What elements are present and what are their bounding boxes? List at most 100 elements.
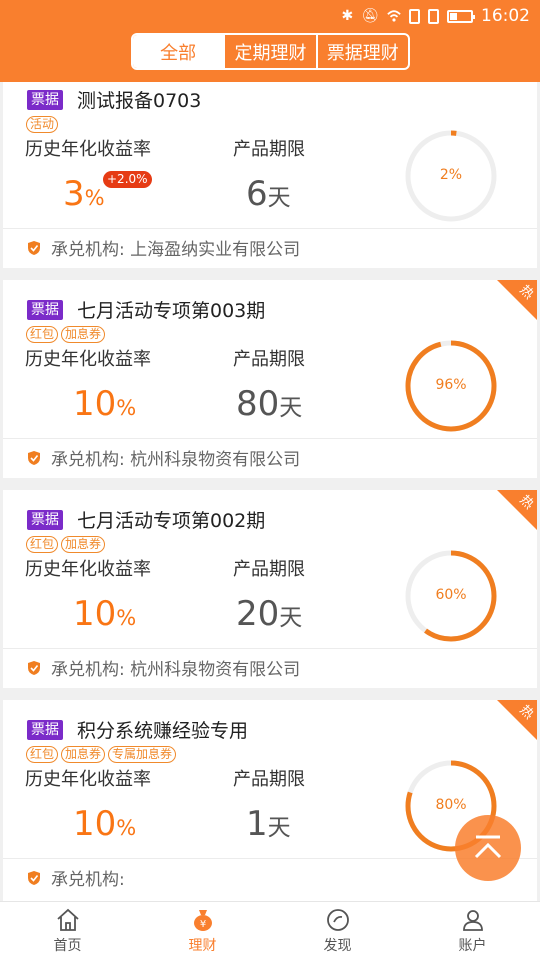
term-label: 产品期限 <box>233 349 305 370</box>
hot-badge: 热 <box>497 490 537 530</box>
annual-rate-value: 10 <box>73 804 117 844</box>
product-title: 七月活动专项第002期 <box>77 510 266 532</box>
tab-all[interactable]: 全部 <box>133 35 224 68</box>
product-term: 20天 <box>236 594 302 634</box>
progress-label: 2% <box>439 167 463 183</box>
bottom-nav: 首页 ¥ 理财 发现 账户 <box>0 901 540 960</box>
progress-label: 60% <box>435 587 467 603</box>
product-type-badge: 票据 <box>27 509 63 530</box>
promo-tag: 红包 <box>26 746 59 763</box>
issuer-row: 承兑机构: 杭州科泉物资有限公司 <box>27 655 300 680</box>
product-term: 6天 <box>246 174 291 214</box>
annual-rate: 10% <box>73 594 136 634</box>
nav-finance[interactable]: ¥ 理财 <box>135 902 270 960</box>
home-icon <box>56 908 79 931</box>
tab-bill-finance[interactable]: 票据理财 <box>315 35 408 68</box>
sim-card-2-icon <box>428 8 439 24</box>
product-term-unit: 天 <box>267 185 291 211</box>
product-title: 测试报备0703 <box>77 90 202 112</box>
promo-tags: 红包 加息券 <box>26 326 106 343</box>
annual-rate: 3% <box>63 174 105 214</box>
annual-rate-value: 10 <box>73 594 117 634</box>
product-term-value: 6 <box>246 174 268 214</box>
mute-icon: 🔕︎ <box>361 8 379 24</box>
product-term-value: 20 <box>236 594 280 634</box>
shield-icon <box>28 240 40 255</box>
wifi-icon <box>387 10 401 22</box>
promo-tag: 加息券 <box>61 746 106 763</box>
shield-icon <box>28 870 40 885</box>
promo-tags: 红包 加息券 专属加息券 <box>26 746 177 763</box>
progress-label: 96% <box>435 377 467 393</box>
category-tabs: 全部 定期理财 票据理财 <box>131 33 410 70</box>
progress-label: 80% <box>435 797 467 813</box>
nav-discover-label: 发现 <box>323 938 352 954</box>
term-label: 产品期限 <box>233 139 305 160</box>
promo-tag: 红包 <box>26 326 59 343</box>
product-card[interactable]: 票据 七月活动专项第002期 红包 加息券 历史年化收益率 产品期限 10% 20… <box>3 490 537 688</box>
product-title-row: 票据 七月活动专项第002期 <box>27 506 265 533</box>
product-term: 1天 <box>246 804 291 844</box>
product-term-value: 80 <box>236 384 280 424</box>
promo-tag: 活动 <box>26 116 59 133</box>
promo-tags: 活动 <box>26 116 59 133</box>
rate-label: 历史年化收益率 <box>25 559 151 580</box>
rate-label: 历史年化收益率 <box>25 349 151 370</box>
promo-tag: 红包 <box>26 536 59 553</box>
issuer-row: 承兑机构: <box>27 865 125 890</box>
card-divider <box>3 648 537 649</box>
product-term-unit: 天 <box>279 395 303 421</box>
nav-home[interactable]: 首页 <box>0 902 135 960</box>
shield-icon <box>28 450 40 465</box>
annual-rate-unit: % <box>116 396 137 420</box>
nav-discover[interactable]: 发现 <box>270 902 405 960</box>
user-icon <box>462 910 483 931</box>
annual-rate-unit: % <box>84 186 105 210</box>
promo-tag: 专属加息券 <box>108 746 177 763</box>
annual-rate: 10% <box>73 804 136 844</box>
sim-card-1-icon <box>409 8 420 24</box>
term-label: 产品期限 <box>233 559 305 580</box>
discover-icon <box>326 909 349 931</box>
annual-rate-value: 10 <box>73 384 117 424</box>
promo-tag: 加息券 <box>61 326 106 343</box>
hot-badge: 热 <box>497 280 537 320</box>
product-card[interactable]: 票据 积分系统赚经验专用 红包 加息券 专属加息券 历史年化收益率 产品期限 10%… <box>3 700 537 901</box>
issuer-row: 承兑机构: 上海盈纳实业有限公司 <box>27 235 300 260</box>
annual-rate-unit: % <box>116 816 137 840</box>
bluetooth-icon: ✱ <box>341 8 354 24</box>
product-title-row: 票据 积分系统赚经验专用 <box>27 716 248 743</box>
product-title-row: 票据 测试报备0703 <box>27 86 201 113</box>
tab-fixed-term[interactable]: 定期理财 <box>223 35 315 68</box>
status-bar: ✱ 🔕︎ 16:02 <box>341 6 530 26</box>
product-card[interactable]: 票据 七月活动专项第003期 红包 加息券 历史年化收益率 产品期限 10% 80… <box>3 280 537 478</box>
issuer-text: 承兑机构: <box>51 870 125 890</box>
battery-icon <box>447 9 475 23</box>
nav-account[interactable]: 账户 <box>405 902 540 960</box>
shield-icon <box>28 660 40 675</box>
product-card[interactable]: 票据 测试报备0703 活动 历史年化收益率 产品期限 3% +2.0% 6天 … <box>3 82 537 268</box>
annual-rate: 10% <box>73 384 136 424</box>
product-term-unit: 天 <box>279 605 303 631</box>
product-type-badge: 票据 <box>27 89 63 110</box>
back-to-top-button[interactable] <box>455 815 521 881</box>
nav-home-label: 首页 <box>53 938 82 954</box>
nav-finance-label: 理财 <box>188 938 217 954</box>
product-term-unit: 天 <box>267 815 291 841</box>
rate-label: 历史年化收益率 <box>25 139 151 160</box>
issuer-row: 承兑机构: 杭州科泉物资有限公司 <box>27 445 300 470</box>
app-header: ✱ 🔕︎ 16:02 全部 定期理财 票据理财 <box>0 0 540 82</box>
annual-rate-unit: % <box>116 606 137 630</box>
issuer-text: 承兑机构: 杭州科泉物资有限公司 <box>51 450 301 470</box>
money-bag-icon: ¥ <box>193 910 212 931</box>
product-term-value: 1 <box>246 804 268 844</box>
chevron-up-icon <box>474 835 502 859</box>
product-term: 80天 <box>236 384 302 424</box>
issuer-text: 承兑机构: 杭州科泉物资有限公司 <box>51 660 301 680</box>
promo-tags: 红包 加息券 <box>26 536 106 553</box>
annual-rate-value: 3 <box>63 174 85 214</box>
status-time: 16:02 <box>481 6 530 26</box>
issuer-text: 承兑机构: 上海盈纳实业有限公司 <box>51 240 301 260</box>
product-title: 七月活动专项第003期 <box>77 300 266 322</box>
svg-text:¥: ¥ <box>199 919 205 930</box>
